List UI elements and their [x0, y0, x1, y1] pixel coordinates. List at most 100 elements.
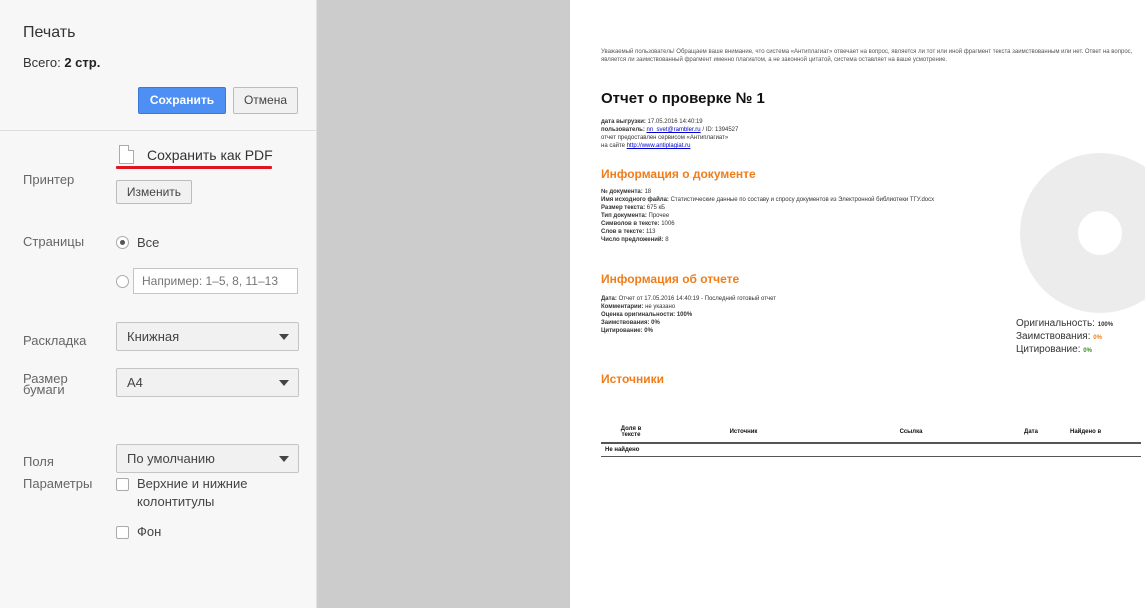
citation-label: Цитирование: — [601, 328, 643, 334]
citation: 0% — [644, 328, 653, 334]
chevron-down-icon — [279, 456, 289, 462]
doc-num: 18 — [644, 189, 652, 195]
chars-label: Символов в тексте: — [601, 221, 660, 227]
report-date-line: Дата: Отчет от 17.05.2016 14:40:19 - Пос… — [601, 295, 1021, 303]
legend-originality: Оригинальность: 100% — [1016, 318, 1113, 329]
col-link: Ссылка — [826, 421, 996, 444]
doc-num-line: № документа: 18 — [601, 188, 1011, 196]
borrowing-label: Заимствования: — [601, 320, 650, 326]
export-date-label: дата выгрузки: — [601, 119, 646, 125]
total-pages: Всего: 2 стр. — [23, 55, 100, 70]
report-meta: дата выгрузки: 17.05.2016 14:40:19 польз… — [601, 118, 1021, 150]
paper-size-label-line2: бумаги — [23, 382, 65, 397]
originality-donut-chart — [1020, 153, 1145, 313]
change-destination-button[interactable]: Изменить — [116, 180, 192, 204]
report-date-label: Дата: — [601, 296, 617, 302]
user-label: пользователь: — [601, 127, 645, 133]
comments: не указано — [645, 304, 676, 310]
legend-originality-value: 100% — [1097, 322, 1114, 328]
report-title: Отчет о проверке № 1 — [601, 90, 765, 107]
doc-info: № документа: 18 Имя исходного файла: Ста… — [601, 188, 1011, 244]
words: 113 — [645, 229, 656, 235]
doc-type: Прочее — [648, 213, 670, 219]
document-icon — [119, 145, 134, 164]
export-date-line: дата выгрузки: 17.05.2016 14:40:19 — [601, 118, 1021, 126]
sources-heading: Источники — [601, 372, 665, 386]
doc-info-heading: Информация о документе — [601, 167, 756, 181]
sentences-label: Число предложений: — [601, 237, 664, 243]
page-preview: Уважаемый пользователь! Обращаем ваше вн… — [570, 0, 1145, 608]
pages-all-label[interactable]: Все — [137, 235, 159, 250]
report-info: Дата: Отчет от 17.05.2016 14:40:19 - Пос… — [601, 295, 1021, 335]
layout-label: Раскладка — [23, 333, 87, 348]
background-label[interactable]: Фон — [137, 523, 161, 541]
table-row: Не найдено — [601, 443, 1141, 457]
total-label: Всего: — [23, 55, 61, 70]
preview-background — [317, 0, 570, 608]
user-email-link[interactable]: nn_svet@rambler.ru — [647, 127, 701, 133]
provided-by-line: отчет предоставлен сервисом «Антиплагиат… — [601, 135, 729, 141]
table-empty-cell: Не найдено — [601, 443, 1141, 457]
total-value: 2 стр. — [64, 55, 101, 70]
col-source: Источник — [661, 421, 826, 444]
pages-custom-radio[interactable] — [116, 275, 129, 288]
margins-select[interactable]: По умолчанию — [116, 444, 299, 473]
options-label: Параметры — [23, 476, 93, 491]
legend-borrowing-label: Заимствования: — [1016, 331, 1091, 342]
words-label: Слов в тексте: — [601, 229, 645, 235]
report-info-heading: Информация об отчете — [601, 272, 740, 286]
text-size-label: Размер текста: — [601, 205, 646, 211]
red-underline-annotation — [116, 166, 272, 169]
user-id: / ID: 1394527 — [702, 127, 739, 133]
comments-label: Комментарии: — [601, 304, 644, 310]
file-name-line: Имя исходного файла: Статистические данн… — [601, 196, 1011, 204]
col-found: Найдено в — [1066, 421, 1141, 444]
legend-citation: Цитирование: 0% — [1016, 344, 1092, 355]
user-line: пользователь: nn_svet@rambler.ru / ID: 1… — [601, 126, 1021, 134]
destination-name[interactable]: Сохранить как PDF — [147, 147, 273, 163]
legend-citation-label: Цитирование: — [1016, 344, 1081, 355]
sentences-line: Число предложений: 8 — [601, 236, 1011, 244]
file-name-label: Имя исходного файла: — [601, 197, 669, 203]
pages-range-input[interactable] — [133, 268, 298, 294]
pages-label: Страницы — [23, 234, 85, 249]
site-line: на сайте http://www.antiplagiat.ru — [601, 142, 1021, 150]
col-share: Доля в тексте — [601, 421, 661, 444]
chars: 1006 — [661, 221, 675, 227]
panel-title: Печать — [23, 24, 76, 41]
printer-label: Принтер — [23, 172, 75, 187]
chars-line: Символов в тексте: 1006 — [601, 220, 1011, 228]
words-line: Слов в тексте: 113 — [601, 228, 1011, 236]
print-settings-panel: Печать Всего: 2 стр. Сохранить Отмена Пр… — [0, 0, 317, 608]
doc-type-line: Тип документа: Прочее — [601, 212, 1011, 220]
headers-footers-label-line2: колонтитулы — [137, 494, 215, 509]
margins-select-value: По умолчанию — [127, 451, 215, 466]
originality: 100% — [676, 312, 693, 318]
borrowing: 0% — [651, 320, 660, 326]
site-link[interactable]: http://www.antiplagiat.ru — [627, 143, 691, 149]
doc-num-label: № документа: — [601, 189, 643, 195]
text-size: 675 кБ — [646, 205, 666, 211]
citation-line: Цитирование: 0% — [601, 327, 1021, 335]
cancel-button[interactable]: Отмена — [233, 87, 298, 114]
chevron-down-icon — [279, 334, 289, 340]
paper-size-select[interactable]: A4 — [116, 368, 299, 397]
originality-line: Оценка оригинальности: 100% — [601, 311, 1021, 319]
legend-originality-label: Оригинальность: — [1016, 318, 1095, 329]
legend-borrowing: Заимствования: 0% — [1016, 331, 1102, 342]
save-button[interactable]: Сохранить — [138, 87, 226, 114]
comments-line: Комментарии: не указано — [601, 303, 1021, 311]
headers-footers-checkbox[interactable] — [116, 478, 129, 491]
site-prefix: на сайте — [601, 143, 626, 149]
table-header-row: Доля в тексте Источник Ссылка Дата Найде… — [601, 421, 1141, 444]
panel-divider — [0, 130, 316, 131]
col-share-line2: тексте — [621, 431, 641, 438]
preview-notice: Уважаемый пользователь! Обращаем ваше вн… — [601, 49, 1133, 63]
headers-footers-label[interactable]: Верхние и нижние колонтитулы — [137, 475, 247, 511]
legend-citation-value: 0% — [1083, 348, 1092, 354]
pages-all-radio[interactable] — [116, 236, 129, 249]
background-checkbox[interactable] — [116, 526, 129, 539]
layout-select[interactable]: Книжная — [116, 322, 299, 351]
file-name: Статистические данные по составу и спрос… — [670, 197, 935, 203]
text-size-line: Размер текста: 675 кБ — [601, 204, 1011, 212]
